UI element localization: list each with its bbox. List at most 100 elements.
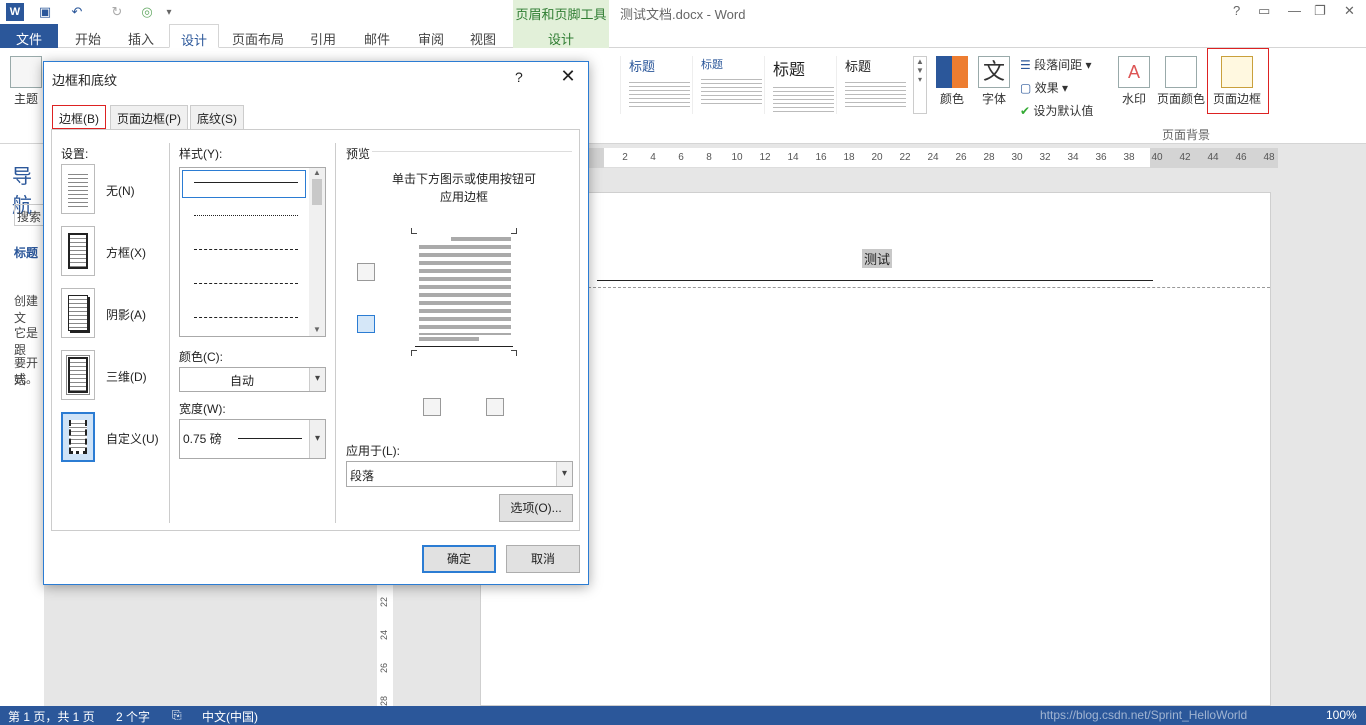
proofing-icon[interactable]: ⎘	[172, 708, 182, 723]
tab-review[interactable]: 审阅	[408, 24, 454, 48]
tab-page-layout[interactable]: 页面布局	[225, 24, 291, 48]
status-bar: 第 1 页，共 1 页 2 个字 ⎘ 中文(中国) https://blog.c…	[0, 706, 1366, 725]
page-borders-highlight	[1207, 48, 1269, 114]
nav-search-input[interactable]: 搜索	[14, 204, 44, 226]
style-gallery-item[interactable]: 标题	[620, 56, 690, 114]
ok-button[interactable]: 确定	[422, 545, 496, 573]
style-list[interactable]: ▲ ▼	[179, 167, 326, 337]
ribbon-display-icon[interactable]: ▭	[1258, 3, 1270, 19]
dialog-help-icon[interactable]: ?	[515, 69, 523, 85]
redo-icon[interactable]: ↻	[108, 3, 126, 21]
tab-header-footer-design[interactable]: 设计	[513, 24, 609, 48]
apply-to-label: 应用于(L):	[346, 444, 401, 458]
style-list-scrollbar[interactable]: ▲ ▼	[309, 168, 325, 336]
document-page[interactable]	[480, 192, 1271, 706]
ribbon-tabs: 文件 开始 插入 设计 页面布局 引用 邮件 审阅 视图 设计	[0, 24, 1366, 48]
tab-view[interactable]: 视图	[460, 24, 506, 48]
tab-home[interactable]: 开始	[64, 24, 112, 48]
setting-shadow-icon[interactable]	[61, 288, 95, 338]
navigation-pane: 导航 搜索 标题 创建文 它是跟 要开始 式。	[0, 144, 44, 706]
horizontal-ruler[interactable]: 2 4 6 8 10 12 14 16 18 20 22 24 26 28 30 32 34 36 38 40 42 44…	[588, 148, 1278, 168]
setting-box-icon[interactable]	[61, 226, 95, 276]
zoom-level[interactable]: 100%	[1326, 708, 1357, 722]
style-gallery-item[interactable]: 标题	[764, 56, 834, 114]
setting-none-icon[interactable]	[61, 164, 95, 214]
customize-qat-icon[interactable]: ▾	[160, 3, 178, 21]
tab-page-border[interactable]: 页面边框(P)	[110, 105, 188, 129]
setting-3d-label[interactable]: 三维(D)	[106, 368, 147, 385]
header-border-line	[597, 280, 1153, 281]
paragraph-spacing-button[interactable]: ☰ 段落间距 ▾	[1020, 56, 1091, 73]
bottom-border-button[interactable]	[357, 315, 375, 333]
ruler-tick: 22	[899, 152, 911, 163]
undo-icon[interactable]: ↶	[68, 3, 86, 21]
left-border-button[interactable]	[423, 398, 441, 416]
vruler-tick: 24	[379, 629, 390, 641]
top-border-button[interactable]	[357, 263, 375, 281]
nav-text: 创建文	[14, 294, 39, 325]
word-count[interactable]: 2 个字	[116, 708, 150, 725]
set-default-button[interactable]: ✔ 设为默认值	[1020, 102, 1093, 119]
minimize-button[interactable]: —	[1288, 3, 1301, 18]
tab-file[interactable]: 文件	[0, 24, 58, 48]
style-small-dash[interactable]	[194, 249, 298, 250]
nav-headings-tab[interactable]: 标题	[14, 244, 38, 261]
setting-3d-icon[interactable]	[61, 350, 95, 400]
ruler-tick: 4	[650, 152, 656, 163]
effects-button[interactable]: ▢ 效果 ▾	[1020, 79, 1068, 96]
theme-icon	[10, 56, 42, 88]
page-count[interactable]: 第 1 页，共 1 页	[8, 708, 95, 725]
apply-to-select[interactable]: 段落 ▾	[346, 461, 573, 487]
divider	[169, 143, 170, 523]
ruler-tick: 6	[678, 152, 684, 163]
close-button[interactable]: ✕	[1344, 3, 1355, 19]
ruler-tick: 26	[955, 152, 967, 163]
save-icon[interactable]: ▣	[36, 3, 54, 21]
language-indicator[interactable]: 中文(中国)	[202, 708, 258, 725]
setting-none-label[interactable]: 无(N)	[106, 182, 135, 199]
style-dotted[interactable]	[194, 215, 298, 216]
header-text[interactable]: 测试	[862, 249, 893, 268]
width-select[interactable]: 0.75 磅 ▾	[179, 419, 326, 459]
right-border-button[interactable]	[486, 398, 504, 416]
help-icon[interactable]: ?	[1233, 3, 1240, 18]
fonts-icon: 文	[978, 56, 1010, 88]
style-solid[interactable]	[194, 182, 298, 183]
tab-borders[interactable]: 边框(B)	[52, 105, 106, 129]
divider	[335, 143, 336, 523]
word-logo-icon: W	[6, 3, 24, 21]
setting-custom-icon[interactable]	[61, 412, 95, 462]
touch-mode-icon[interactable]: ◎	[138, 3, 156, 21]
preview-diagram[interactable]	[411, 228, 517, 356]
setting-box-label[interactable]: 方框(X)	[106, 244, 146, 261]
style-gallery-item[interactable]: 标题	[836, 56, 906, 114]
tab-mailings[interactable]: 邮件	[354, 24, 400, 48]
color-select[interactable]: 自动 ▾	[179, 367, 326, 392]
setting-custom-label[interactable]: 自定义(U)	[106, 430, 159, 447]
ruler-tick: 46	[1235, 152, 1247, 163]
dialog-close-button[interactable]: ✕	[556, 66, 580, 87]
tab-insert[interactable]: 插入	[118, 24, 164, 48]
ruler-tick: 40	[1151, 152, 1163, 163]
title-bar: W ▣ ↶ ↻ ◎ ▾ 页眉和页脚工具 测试文档.docx - Word ? ▭…	[0, 0, 1366, 24]
tab-references[interactable]: 引用	[300, 24, 346, 48]
style-selected[interactable]	[182, 170, 306, 198]
style-dash[interactable]	[194, 283, 298, 284]
fonts-button[interactable]: 文 字体	[976, 56, 1012, 107]
setting-shadow-label[interactable]: 阴影(A)	[106, 306, 146, 323]
style-dash-dot[interactable]	[194, 317, 298, 318]
ruler-tick: 24	[927, 152, 939, 163]
page-color-button[interactable]: 页面颜色	[1154, 56, 1208, 107]
watermark-button[interactable]: A 水印	[1116, 56, 1152, 107]
header-separator	[588, 287, 1270, 288]
gallery-scroll[interactable]: ▲ ▼ ▾	[913, 56, 927, 114]
vertical-ruler[interactable]: 22 24 26 28	[377, 585, 393, 706]
tab-design[interactable]: 设计	[169, 24, 219, 48]
cancel-button[interactable]: 取消	[506, 545, 580, 573]
restore-button[interactable]: ❐	[1314, 3, 1326, 19]
colors-button[interactable]: 颜色	[934, 56, 970, 107]
options-button[interactable]: 选项(O)...	[499, 494, 573, 522]
tab-shading[interactable]: 底纹(S)	[190, 105, 244, 129]
style-gallery-item[interactable]: 标题	[692, 56, 762, 114]
theme-button[interactable]: 主题	[8, 56, 44, 107]
